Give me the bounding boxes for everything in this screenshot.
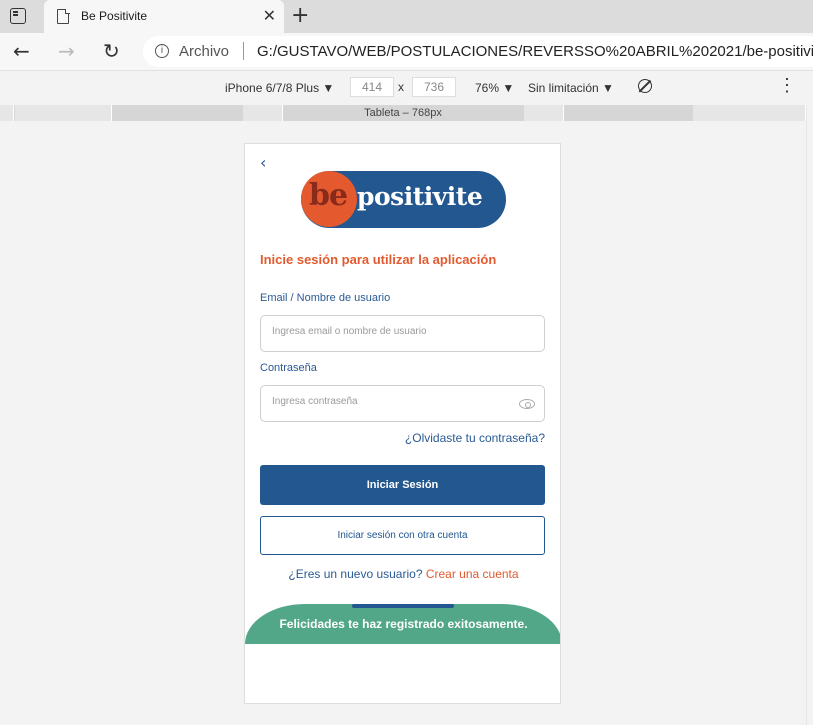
show-password-eye-icon[interactable] [519, 399, 535, 409]
media-query-bar: Tableta – 768px [0, 105, 806, 121]
rotate-icon[interactable] [638, 79, 652, 93]
more-options-icon[interactable]: ⋮ [778, 75, 797, 96]
address-bar[interactable]: i Archivo G:/GUSTAVO/WEB/POSTULACIONES/R… [143, 36, 813, 67]
new-tab-icon[interactable]: + [291, 3, 309, 28]
create-account-link[interactable]: Crear una cuenta [426, 567, 519, 581]
tab-title: Be Positivite [81, 9, 148, 23]
toast-handle[interactable] [352, 604, 454, 608]
device-toolbar: iPhone 6/7/8 Plus ▼ 414 x 736 76% ▼ Sin … [0, 71, 813, 104]
url-text[interactable]: G:/GUSTAVO/WEB/POSTULACIONES/REVERSSO%20… [257, 43, 813, 60]
back-arrow-icon[interactable]: ← [13, 39, 30, 63]
password-input[interactable] [272, 396, 512, 407]
logo-be-text: be [309, 178, 348, 213]
browser-toolbar: ← → ↻ i Archivo G:/GUSTAVO/WEB/POSTULACI… [0, 33, 813, 71]
page-favicon-icon [57, 8, 70, 24]
login-headline: Inicie sesión para utilizar la aplicació… [260, 252, 497, 267]
email-input[interactable] [272, 326, 512, 337]
logo-positivite-text: positivite [357, 182, 483, 211]
login-button[interactable]: Iniciar Sesión [260, 465, 545, 505]
email-label: Email / Nombre de usuario [260, 292, 391, 304]
success-toast: Felicidades te haz registrado exitosamen… [245, 604, 560, 644]
tab-actions-icon[interactable] [10, 8, 26, 24]
forgot-password-link[interactable]: ¿Olvidaste tu contraseña? [405, 431, 545, 445]
throttling-select[interactable]: Sin limitación ▼ [528, 81, 614, 95]
device-select[interactable]: iPhone 6/7/8 Plus ▼ [225, 81, 334, 95]
side-scrollbar[interactable] [806, 105, 813, 725]
dimension-separator: x [398, 80, 404, 94]
viewport-height-input[interactable]: 736 [412, 77, 456, 97]
signup-prompt: ¿Eres un nuevo usuario? Crear una cuenta [245, 567, 560, 581]
browser-tab[interactable]: Be Positivite ✕ [44, 0, 284, 33]
url-divider [243, 42, 244, 60]
zoom-select[interactable]: 76% ▼ [475, 81, 514, 95]
password-label: Contraseña [260, 362, 317, 374]
password-field[interactable] [260, 385, 545, 422]
tab-close-icon[interactable]: ✕ [263, 6, 276, 26]
info-icon[interactable]: i [155, 44, 169, 58]
viewport-width-input[interactable]: 414 [350, 77, 394, 97]
toast-message: Felicidades te haz registrado exitosamen… [245, 604, 560, 644]
back-chevron-icon[interactable]: ‹ [260, 153, 266, 172]
media-query-label: Tableta – 768px [364, 107, 442, 119]
url-scheme-label: Archivo [179, 43, 230, 60]
device-viewport: ‹ be positivite Inicie sesión para utili… [244, 143, 561, 704]
browser-tab-strip: Be Positivite ✕ + [0, 0, 813, 33]
forward-arrow-icon[interactable]: → [58, 39, 75, 63]
other-account-button[interactable]: Iniciar sesión con otra cuenta [260, 516, 545, 555]
signup-question: ¿Eres un nuevo usuario? [288, 567, 423, 581]
reload-icon[interactable]: ↻ [103, 39, 120, 63]
email-field[interactable] [260, 315, 545, 352]
